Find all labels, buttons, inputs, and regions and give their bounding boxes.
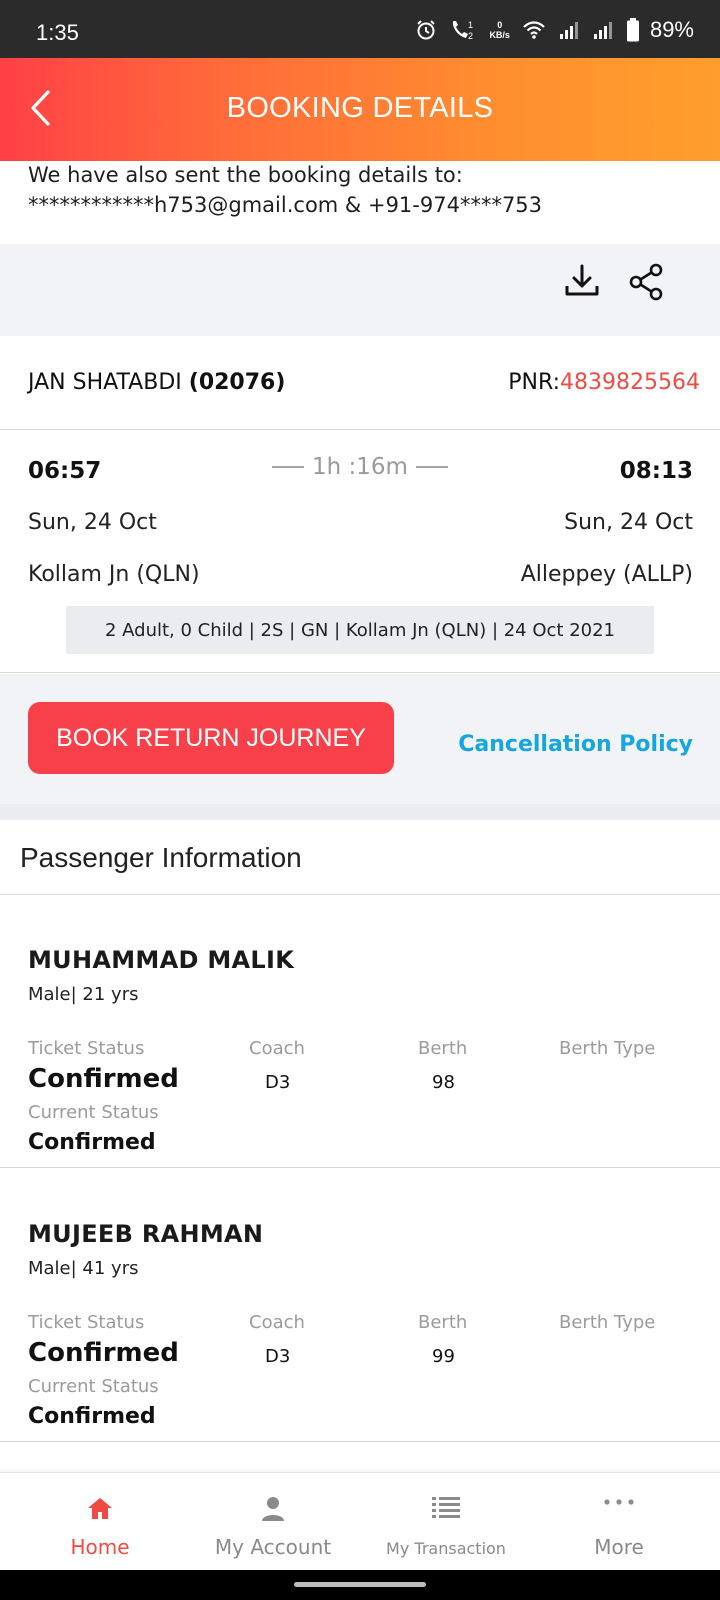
current-status-label: Current Status bbox=[28, 1376, 159, 1397]
passenger-gender-age: Male| 21 yrs bbox=[28, 984, 139, 1005]
notice-contacts: ************h753@gmail.com & +91-974****… bbox=[28, 193, 543, 217]
nav-label-my-transaction: My Transaction bbox=[386, 1539, 506, 1558]
nav-icon-wrap bbox=[183, 1495, 363, 1525]
berth-label: Berth bbox=[418, 1312, 468, 1333]
duration-text: 1h :16m bbox=[312, 454, 408, 480]
coach-label: Coach bbox=[249, 1312, 305, 1333]
coach-value: D3 bbox=[265, 1346, 291, 1367]
current-status-label: Current Status bbox=[28, 1102, 159, 1123]
signal-icon bbox=[559, 22, 578, 39]
download-button[interactable] bbox=[560, 260, 604, 304]
train-number: (02076) bbox=[188, 370, 286, 395]
person-icon bbox=[262, 1497, 284, 1521]
duration-line-left bbox=[272, 466, 305, 468]
departure-date: Sun, 24 Oct bbox=[28, 510, 157, 535]
return-journey-band: BOOK RETURN JOURNEY Cancellation Policy bbox=[0, 674, 720, 804]
coach-value: D3 bbox=[265, 1072, 291, 1093]
more-dots-icon bbox=[604, 1499, 634, 1505]
alarm-icon bbox=[417, 20, 436, 40]
train-name: JAN SHATABDI bbox=[28, 370, 182, 395]
page-title: BOOKING DETAILS bbox=[226, 92, 494, 124]
arrival-station: Alleppey (ALLP) bbox=[520, 562, 693, 587]
home-gesture-handle[interactable] bbox=[294, 1582, 426, 1587]
current-status-value: Confirmed bbox=[28, 1404, 156, 1429]
ticket-status-value: Confirmed bbox=[28, 1338, 179, 1368]
wifi-icon bbox=[523, 21, 545, 39]
svg-text:1: 1 bbox=[468, 20, 473, 30]
berth-type-label: Berth Type bbox=[559, 1312, 656, 1333]
bottom-navigation: Home My Account My Transaction More bbox=[0, 1472, 720, 1570]
cancellation-policy-link[interactable]: Cancellation Policy bbox=[458, 732, 693, 757]
network-speed-value: 0 bbox=[497, 20, 503, 30]
berth-label: Berth bbox=[418, 1038, 468, 1059]
book-return-journey-button[interactable]: BOOK RETURN JOURNEY bbox=[28, 702, 394, 774]
section-spacer bbox=[0, 804, 720, 820]
arrival-time: 08:13 bbox=[619, 458, 693, 484]
list-icon bbox=[432, 1497, 460, 1518]
status-bar: 1:35 1 2 0 KB/s 89% bbox=[0, 0, 720, 58]
ticket-status-label: Ticket Status bbox=[28, 1038, 145, 1059]
pnr-block: PNR:4839825564 bbox=[508, 370, 700, 395]
passenger-card: MUJEEB RAHMAN Male| 41 yrs Ticket Status… bbox=[0, 1170, 720, 1442]
nav-icon-wrap bbox=[356, 1495, 536, 1525]
journey-summary: 2 Adult, 0 Child | 2S | GN | Kollam Jn (… bbox=[66, 606, 654, 654]
svg-text:2: 2 bbox=[468, 31, 473, 41]
passenger-card: MUHAMMAD MALIK Male| 21 yrs Ticket Statu… bbox=[0, 896, 720, 1168]
nav-label-more: More bbox=[594, 1535, 644, 1559]
journey-duration: 1h :16m bbox=[270, 454, 450, 480]
train-info-row: JAN SHATABDI (02076) PNR:4839825564 bbox=[0, 336, 720, 430]
journey-details: 06:57 1h :16m 08:13 Sun, 24 Oct Sun, 24 … bbox=[0, 432, 720, 673]
berth-value: 99 bbox=[432, 1346, 455, 1367]
pnr-value: 4839825564 bbox=[560, 370, 700, 395]
divider bbox=[0, 894, 720, 895]
nav-item-my-transaction[interactable]: My Transaction bbox=[356, 1473, 536, 1571]
nav-label-home: Home bbox=[70, 1535, 130, 1559]
status-time: 1:35 bbox=[36, 20, 79, 45]
home-icon bbox=[88, 1498, 112, 1519]
download-icon bbox=[565, 264, 599, 296]
share-button[interactable] bbox=[624, 260, 668, 304]
berth-type-label: Berth Type bbox=[559, 1038, 656, 1059]
ticket-status-value: Confirmed bbox=[28, 1064, 179, 1094]
departure-station: Kollam Jn (QLN) bbox=[28, 562, 200, 587]
share-icon bbox=[629, 263, 663, 301]
nav-item-my-account[interactable]: My Account bbox=[183, 1473, 363, 1571]
nav-item-more[interactable]: More bbox=[529, 1473, 709, 1571]
ticket-status-label: Ticket Status bbox=[28, 1312, 145, 1333]
nav-icon-wrap bbox=[10, 1495, 190, 1525]
wifi-call-icon: 1 2 bbox=[453, 20, 473, 41]
battery-percent: 89% bbox=[649, 17, 694, 42]
network-speed: 0 KB/s bbox=[489, 20, 510, 40]
battery-icon bbox=[626, 18, 639, 42]
current-status-value: Confirmed bbox=[28, 1130, 156, 1155]
departure-time: 06:57 bbox=[28, 458, 102, 484]
app-header: BOOKING DETAILS bbox=[0, 58, 720, 161]
arrival-date: Sun, 24 Oct bbox=[564, 510, 693, 535]
train-name-block: JAN SHATABDI (02076) bbox=[28, 370, 285, 395]
nav-icon-wrap bbox=[529, 1495, 709, 1525]
passenger-section-title: Passenger Information bbox=[20, 842, 302, 873]
status-icons: 1 2 0 KB/s 89% bbox=[415, 16, 694, 44]
nav-item-home[interactable]: Home bbox=[10, 1473, 190, 1571]
signal-icon-2 bbox=[593, 22, 612, 39]
passenger-gender-age: Male| 41 yrs bbox=[28, 1258, 139, 1279]
berth-value: 98 bbox=[432, 1072, 455, 1093]
nav-label-my-account: My Account bbox=[214, 1535, 332, 1559]
ticket-actions-bar bbox=[0, 244, 720, 336]
duration-line-right bbox=[415, 466, 448, 468]
passenger-name: MUHAMMAD MALIK bbox=[28, 946, 295, 974]
coach-label: Coach bbox=[249, 1038, 305, 1059]
pnr-label: PNR: bbox=[508, 370, 561, 395]
system-gesture-bar bbox=[0, 1570, 720, 1600]
email-notice: We have also sent the booking details to… bbox=[28, 160, 698, 220]
network-speed-unit: KB/s bbox=[489, 30, 510, 40]
notice-line-1: We have also sent the booking details to… bbox=[28, 163, 463, 187]
passenger-name: MUJEEB RAHMAN bbox=[28, 1220, 264, 1248]
